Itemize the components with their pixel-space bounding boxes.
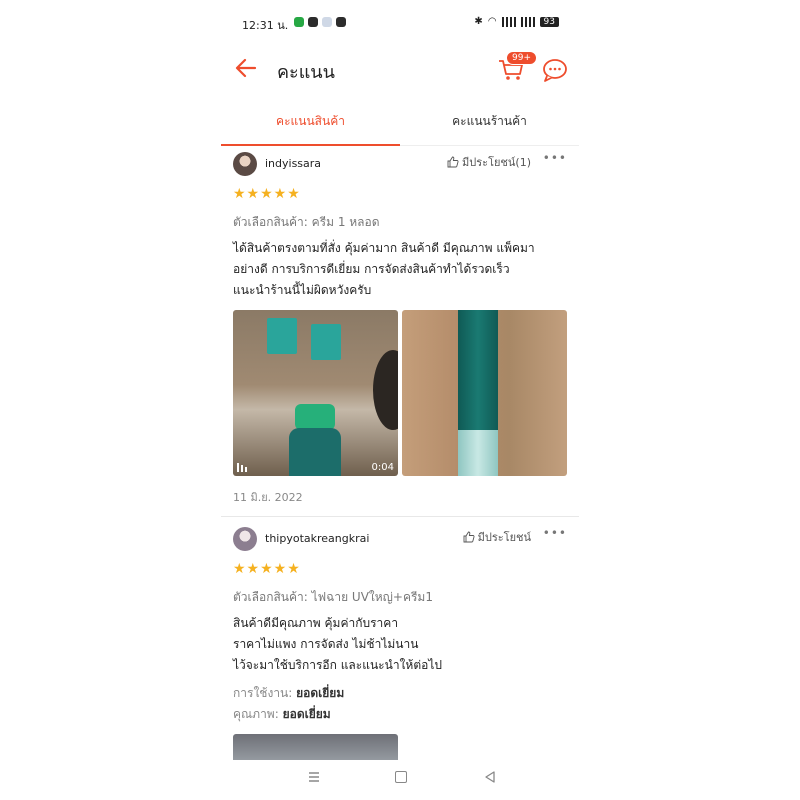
usage-label: การใช้งาน: [233, 686, 293, 700]
signal-icon-2 [520, 16, 535, 27]
cream-tube-end-image [458, 430, 498, 476]
bluetooth-icon: ✱ [474, 16, 483, 27]
line-app-icon [294, 17, 304, 27]
more-options-icon[interactable]: ••• [543, 526, 567, 540]
product-box-image [267, 318, 297, 354]
battery-icon: 93 [539, 16, 559, 27]
variation-value: ไฟฉาย UVใหญ่+ครีม1 [311, 590, 433, 604]
usage-rating: การใช้งาน: ยอดเยี่ยม [233, 684, 344, 703]
helpful-label: มีประโยชน์ [477, 531, 531, 544]
home-icon[interactable] [395, 771, 407, 783]
review-comment: สินค้าดีมีคุณภาพ คุ้มค่ากับราคา ราคาไม่แ… [233, 613, 567, 676]
status-bar: 12:31 น. ✱ ◠ 93 [221, 14, 579, 34]
quality-value: ยอดเยี่ยม [282, 707, 331, 721]
comment-line: ไว้จะมาใช้บริการอีก และแนะนำให้ต่อไป [233, 658, 442, 672]
avatar[interactable] [233, 152, 257, 176]
variation-label: ตัวเลือกสินค้า: [233, 590, 308, 604]
tab-product-ratings[interactable]: คะแนนสินค้า [221, 100, 400, 146]
flashlight-image [373, 350, 398, 430]
variation-value: ครีม 1 หลอด [311, 215, 380, 229]
chat-icon[interactable] [541, 57, 569, 83]
usage-value: ยอดเยี่ยม [296, 686, 345, 700]
notification-icons [294, 17, 346, 27]
helpful-label: มีประโยชน์(1) [462, 156, 531, 169]
helpful-button[interactable]: มีประโยชน์ [463, 528, 531, 546]
bottle-image [289, 428, 341, 476]
reviewer-name: thipyotakreangkrai [265, 532, 370, 545]
review-media: 0:04 [233, 310, 567, 476]
review-photo-thumbnail[interactable] [402, 310, 567, 476]
cloud-app-icon [322, 17, 332, 27]
product-box-image [311, 324, 341, 360]
comment-line: สินค้าดีมีคุณภาพ คุ้มค่ากับราคา [233, 616, 399, 630]
star-rating: ★★★★★ [233, 186, 301, 202]
comment-line: อย่างดี การบริการดีเยี่ยม การจัดส่งสินค้… [233, 262, 510, 276]
video-play-icon [237, 463, 247, 472]
product-variation: ตัวเลือกสินค้า: ครีม 1 หลอด [233, 213, 380, 232]
rating-tabs: คะแนนสินค้า คะแนนร้านค้า [221, 100, 579, 146]
cart-badge: 99+ [506, 51, 537, 65]
back-arrow-icon[interactable] [233, 55, 259, 81]
reviewer-name: indyissara [265, 157, 322, 170]
avatar[interactable] [233, 527, 257, 551]
nav-back-icon[interactable] [483, 770, 497, 784]
comment-line: ได้สินค้าตรงตามที่สั่ง คุ้มค่ามาก สินค้า… [233, 241, 535, 255]
system-nav-bar [221, 760, 579, 800]
tab-shop-ratings[interactable]: คะแนนร้านค้า [400, 100, 579, 146]
page-title: คะแนน [277, 62, 335, 83]
wifi-icon: ◠ [487, 16, 497, 27]
star-rating: ★★★★★ [233, 561, 301, 577]
system-status: ✱ ◠ 93 [474, 16, 559, 27]
video-duration: 0:04 [371, 462, 394, 473]
more-options-icon[interactable]: ••• [543, 151, 567, 165]
message-app-icon [336, 17, 346, 27]
phone-screen: 12:31 น. ✱ ◠ 93 คะแนน 99+ คะแนนสินค้า คะ… [221, 0, 579, 800]
quality-label: คุณภาพ: [233, 707, 279, 721]
signal-icon [501, 16, 516, 27]
bottle-cap-image [295, 404, 335, 430]
app-header: คะแนน 99+ [221, 45, 579, 90]
comment-line: แนะนำร้านนี้ไม่ผิดหวังครับ [233, 283, 372, 297]
chat-app-icon [308, 17, 318, 27]
recent-apps-icon[interactable] [307, 770, 321, 784]
helpful-button[interactable]: มีประโยชน์(1) [447, 153, 531, 171]
product-variation: ตัวเลือกสินค้า: ไฟฉาย UVใหญ่+ครีม1 [233, 588, 433, 607]
comment-line: ราคาไม่แพง การจัดส่ง ไม่ช้าไม่นาน [233, 637, 419, 651]
review-date: 11 มิ.ย. 2022 [233, 491, 303, 504]
variation-label: ตัวเลือกสินค้า: [233, 215, 308, 229]
review-comment: ได้สินค้าตรงตามที่สั่ง คุ้มค่ามาก สินค้า… [233, 238, 567, 301]
review-divider [221, 516, 579, 517]
quality-rating: คุณภาพ: ยอดเยี่ยม [233, 705, 331, 724]
review-video-thumbnail[interactable]: 0:04 [233, 310, 398, 476]
thumbs-up-icon [447, 156, 459, 168]
status-time: 12:31 น. [242, 19, 289, 32]
thumbs-up-icon [463, 531, 475, 543]
